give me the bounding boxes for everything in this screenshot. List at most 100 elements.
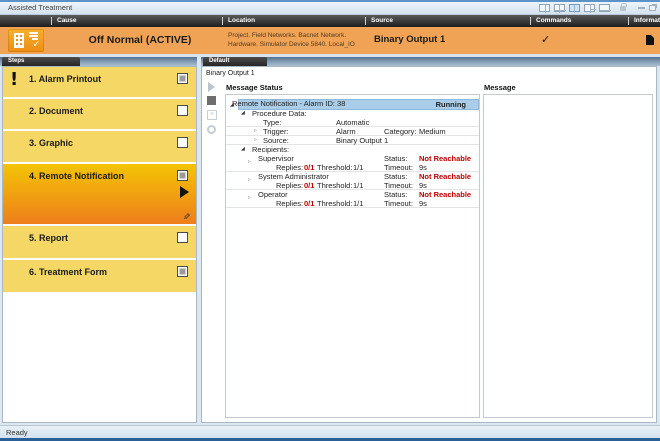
status-value: Not Reachable [419, 172, 471, 181]
replies-label: Replies: [276, 181, 303, 190]
step-label: 2. Document [29, 106, 83, 116]
tab-strip-gap [197, 57, 201, 66]
recipient-row[interactable]: ▹ System Administrator Status: Not Reach… [226, 172, 479, 181]
recipient-name: Supervisor [258, 154, 294, 163]
status-value: Not Reachable [419, 154, 471, 163]
step-label: 5. Report [29, 233, 68, 243]
step-checkbox[interactable] [177, 105, 188, 116]
assisted-treatment-window: Assisted Treatment Cause Location Source… [0, 0, 660, 441]
alarm-location-line1: Project. Field Networks. Bacnet Network. [228, 32, 355, 41]
message-status-title: Message Status [226, 83, 283, 92]
delete-button[interactable]: × [205, 110, 218, 122]
minimize-button[interactable] [638, 7, 645, 9]
status-label: Status: [384, 154, 407, 163]
step-checkbox[interactable] [177, 137, 188, 148]
recipient-detail-row: Replies: 0/1 Threshold: 1/1 Timeout: 9s [226, 163, 479, 172]
recipients-row[interactable]: ◢ Recipients: [226, 145, 479, 154]
main-area: ! 1. Alarm Printout 2. Document 3. Graph… [0, 66, 660, 425]
building-icon [14, 33, 24, 48]
alarm-location-line2: Hardware. Simulator Device 5840. Local_I… [228, 41, 355, 50]
timeout-value: 9s [419, 199, 427, 208]
procedure-data-row[interactable]: ◢ Procedure Data: [226, 109, 479, 118]
layout-5-icon[interactable] [599, 4, 610, 12]
step-label: 1. Alarm Printout [29, 74, 101, 84]
timeout-label: Timeout: [384, 181, 413, 190]
recipient-row[interactable]: ▹ Operator Status: Not Reachable [226, 190, 479, 199]
source-value: Binary Output 1 [336, 136, 388, 145]
procedure-label: Procedure Data: [252, 109, 307, 118]
alarm-column-header: Cause Location Source Commands Informati… [0, 15, 660, 27]
tab-default[interactable]: Default [203, 57, 267, 66]
step-checkbox[interactable] [177, 170, 188, 181]
trigger-label: Trigger: [263, 127, 289, 136]
status-label: Status: [384, 172, 407, 181]
type-label: Type: [263, 118, 281, 127]
threshold-value: 1/1 [353, 199, 363, 208]
command-check-icon[interactable]: ✓ [541, 33, 550, 46]
timeout-value: 9s [419, 181, 427, 190]
step-label: 3. Graphic [29, 138, 73, 148]
layout-2-icon[interactable] [554, 4, 565, 12]
expand-icon[interactable]: ◢ [241, 145, 245, 154]
type-row[interactable]: Type: Automatic [226, 118, 479, 127]
exclamation-icon: ! [10, 69, 18, 90]
alarm-cause: Off Normal (ACTIVE) [60, 34, 220, 46]
category-label: Category: [384, 127, 417, 136]
alarm-source-icon: ✓ [8, 29, 44, 52]
stop-button[interactable] [205, 96, 218, 108]
message-box[interactable] [483, 94, 653, 418]
trigger-value: Alarm [336, 127, 356, 136]
step-item-document[interactable]: 2. Document [3, 99, 196, 131]
pencil-icon[interactable]: ✎ [183, 212, 191, 223]
alarm-location: Project. Field Networks. Bacnet Network.… [228, 32, 355, 49]
collapse-icon[interactable]: ▹ [254, 136, 257, 145]
message-title: Message [484, 83, 516, 92]
step-item-treatment-form[interactable]: 6. Treatment Form [3, 260, 196, 294]
column-information: Information [634, 17, 660, 24]
replies-value: 0/1 [304, 199, 314, 208]
lock-icon[interactable] [620, 6, 626, 11]
column-location: Location [228, 17, 255, 24]
timeout-value: 9s [419, 163, 427, 172]
status-bar: Ready [0, 425, 660, 438]
window-controls [539, 4, 656, 12]
step-item-report[interactable]: 5. Report [3, 226, 196, 260]
step-checkbox[interactable] [177, 232, 188, 243]
column-commands: Commands [536, 17, 571, 24]
expand-icon[interactable]: ◢ [241, 109, 245, 118]
step-item-graphic[interactable]: 3. Graphic [3, 131, 196, 164]
play-icon[interactable] [180, 186, 189, 198]
step-checkbox[interactable] [177, 73, 188, 84]
steps-panel: ! 1. Alarm Printout 2. Document 3. Graph… [2, 66, 197, 423]
restore-button[interactable] [649, 5, 656, 11]
tab-steps[interactable]: Steps [2, 57, 80, 66]
tab-strip: Steps Default [0, 57, 660, 66]
source-row[interactable]: ▹ Source: Binary Output 1 [226, 136, 479, 145]
title-bar: Assisted Treatment [0, 2, 660, 15]
replies-value: 0/1 [304, 163, 314, 172]
step-label: 4. Remote Notification [29, 171, 124, 181]
start-button[interactable] [205, 82, 218, 94]
step-checkbox[interactable] [177, 266, 188, 277]
threshold-value: 1/1 [353, 163, 363, 172]
detail-source-label: Binary Output 1 [206, 70, 255, 77]
recipient-row[interactable]: ▹ Supervisor Status: Not Reachable [226, 154, 479, 163]
trigger-row[interactable]: ▹ Trigger: Alarm Category: Medium [226, 127, 479, 136]
tree-root-row[interactable]: ◢ Remote Notification - Alarm ID: 38 Run… [226, 99, 479, 109]
threshold-label: Threshold: [317, 163, 352, 172]
layout-3-icon-selected[interactable] [569, 4, 580, 12]
layout-1-icon[interactable] [539, 4, 550, 12]
threshold-label: Threshold: [317, 181, 352, 190]
collapse-icon[interactable]: ▹ [254, 127, 257, 136]
information-document-icon[interactable] [646, 35, 654, 45]
type-value: Automatic [336, 118, 369, 127]
step-item-remote-notification-selected[interactable]: 4. Remote Notification ✎ [3, 164, 196, 226]
recipient-name: Operator [258, 190, 288, 199]
source-label: Source: [263, 136, 289, 145]
step-item-alarm-printout[interactable]: ! 1. Alarm Printout [3, 67, 196, 99]
alarm-row[interactable]: ✓ Off Normal (ACTIVE) Project. Field Net… [0, 27, 660, 54]
record-button[interactable] [205, 125, 218, 137]
replies-label: Replies: [276, 199, 303, 208]
layout-4-icon[interactable] [584, 4, 595, 12]
status-value: Not Reachable [419, 190, 471, 199]
